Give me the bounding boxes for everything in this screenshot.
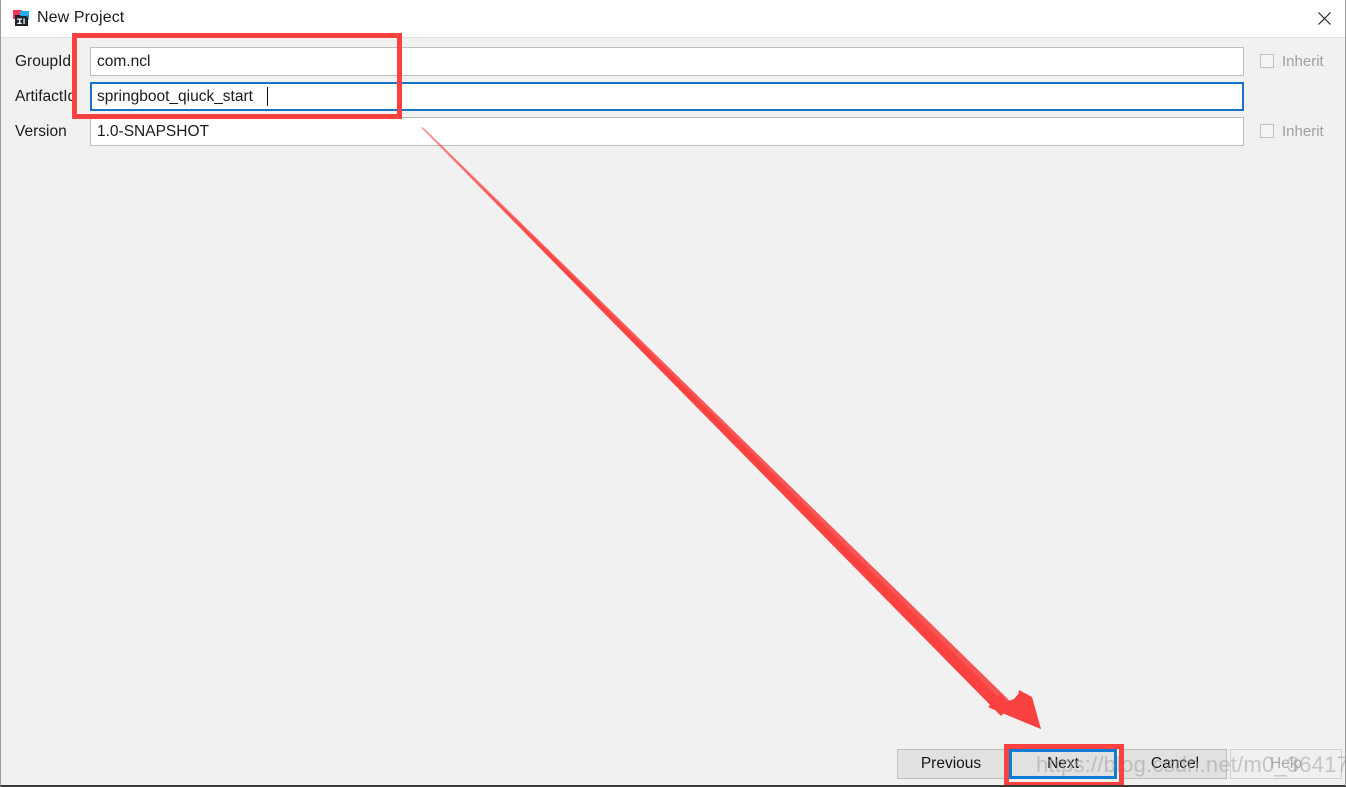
version-inherit-row[interactable]: Inherit bbox=[1260, 121, 1324, 141]
artifactid-input[interactable] bbox=[90, 82, 1244, 111]
cancel-button[interactable]: Cancel bbox=[1123, 749, 1227, 779]
text-caret bbox=[267, 87, 268, 106]
groupid-inherit-row[interactable]: Inherit bbox=[1260, 51, 1324, 71]
next-button[interactable]: Next bbox=[1009, 749, 1117, 779]
version-label: Version bbox=[15, 123, 67, 140]
groupid-inherit-checkbox[interactable] bbox=[1260, 54, 1274, 68]
artifactid-label: ArtifactId bbox=[15, 88, 77, 105]
groupid-input[interactable] bbox=[90, 47, 1244, 76]
version-input[interactable] bbox=[90, 117, 1244, 146]
help-button[interactable]: Help bbox=[1230, 749, 1342, 779]
groupid-inherit-label: Inherit bbox=[1282, 52, 1324, 70]
intellij-idea-icon bbox=[13, 10, 30, 27]
previous-button[interactable]: Previous bbox=[897, 749, 1005, 779]
new-project-dialog: New Project GroupId Inherit ArtifactId V… bbox=[0, 0, 1346, 787]
version-inherit-label: Inherit bbox=[1282, 122, 1324, 140]
close-icon[interactable] bbox=[1301, 0, 1345, 37]
title-bar: New Project bbox=[1, 0, 1345, 38]
window-title: New Project bbox=[37, 9, 125, 26]
groupid-label: GroupId bbox=[15, 53, 72, 70]
version-inherit-checkbox[interactable] bbox=[1260, 124, 1274, 138]
